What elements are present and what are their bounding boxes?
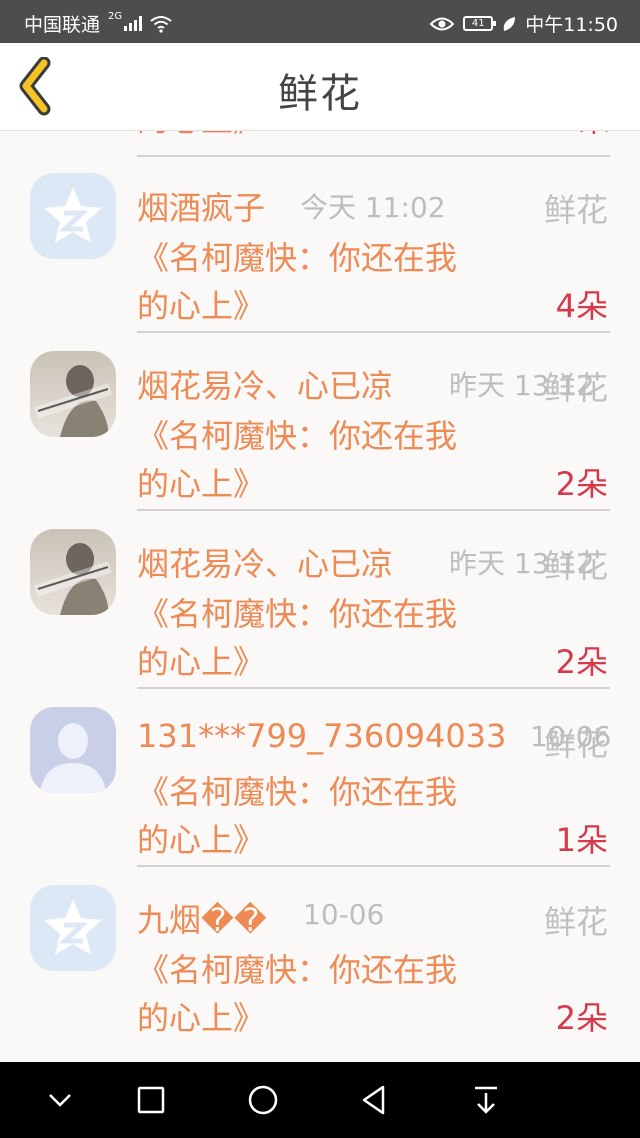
system-nav-bar xyxy=(0,1062,640,1138)
eye-icon xyxy=(430,17,455,30)
avatar[interactable] xyxy=(30,173,116,259)
nav-collapse-button[interactable] xyxy=(40,1080,80,1120)
message-line-1: 《名柯魔快：你还在我 xyxy=(137,595,458,633)
clock: 中午11:50 xyxy=(525,14,618,36)
avatar[interactable] xyxy=(30,885,116,971)
message-line-1: 《名柯魔快：你还在我 xyxy=(137,417,458,455)
list-item[interactable]: 131***799_736094033 10-06 鲜花 《名柯魔快：你还在我 … xyxy=(0,665,640,867)
avatar[interactable] xyxy=(30,529,116,615)
nav-back-button[interactable] xyxy=(355,1080,395,1120)
status-bar: 中国联通 2G 41 中午11:50 xyxy=(0,0,640,43)
sender-name: 131***799_736094033 xyxy=(137,717,507,755)
battery-icon: 41 xyxy=(463,16,497,31)
pull-down-icon xyxy=(475,1086,497,1114)
gift-type: 鲜花 xyxy=(543,369,608,407)
app-header: 鲜花 xyxy=(0,43,640,131)
list-item[interactable]: 烟花易冷、心已凉 昨天 13:12 鲜花 《名柯魔快：你还在我 的心上》 2朵 xyxy=(0,487,640,689)
gift-type: 鲜花 xyxy=(543,547,608,585)
list-item[interactable]: 九烟�� 10-06 鲜花 《名柯魔快：你还在我 的心上》 2朵 xyxy=(0,843,640,1037)
carrier-label: 中国联通 xyxy=(24,14,101,36)
send-time: 10-06 xyxy=(303,898,385,931)
nav-recents-button[interactable] xyxy=(131,1080,171,1120)
sender-name: 烟酒疯子 xyxy=(137,189,266,227)
qq-avatar-icon xyxy=(30,885,116,971)
qq-avatar-icon xyxy=(30,173,116,259)
default-user-avatar xyxy=(30,707,116,793)
message-line-1: 《名柯魔快：你还在我 xyxy=(137,773,458,811)
chevron-down-icon xyxy=(49,1094,71,1107)
list-item[interactable]: 烟酒疯子 今天 11:02 鲜花 《名柯魔快：你还在我 的心上》 4朵 xyxy=(0,131,640,333)
flower-list[interactable]: 的心上》 4朵 烟酒疯子 今天 11:02 鲜花 《名柯魔快：你还在我 的心上》… xyxy=(0,131,640,1062)
photo-avatar-image xyxy=(30,351,116,437)
sender-name: 九烟�� xyxy=(137,901,267,939)
circle-icon xyxy=(248,1085,278,1115)
nav-home-button[interactable] xyxy=(243,1080,283,1120)
square-icon xyxy=(137,1086,165,1114)
triangle-back-icon xyxy=(362,1085,385,1115)
avatar[interactable] xyxy=(30,707,116,793)
signal-icon xyxy=(124,16,143,31)
list-item[interactable]: 烟花易冷、心已凉 昨天 13:12 鲜花 《名柯魔快：你还在我 的心上》 2朵 xyxy=(0,309,640,511)
sender-name: 烟花易冷、心已凉 xyxy=(137,545,394,583)
page-title: 鲜花 xyxy=(278,71,362,117)
message-line-1: 《名柯魔快：你还在我 xyxy=(137,239,458,277)
send-time: 今天 11:02 xyxy=(300,191,446,224)
message-line-1: 《名柯魔快：你还在我 xyxy=(137,951,458,989)
photo-avatar-image xyxy=(30,529,116,615)
leaf-icon xyxy=(503,16,516,31)
gift-type: 鲜花 xyxy=(543,903,608,941)
battery-level: 41 xyxy=(471,18,485,29)
gift-type: 鲜花 xyxy=(543,725,608,763)
sender-name: 烟花易冷、心已凉 xyxy=(137,367,394,405)
gift-type: 鲜花 xyxy=(543,191,608,229)
avatar[interactable] xyxy=(30,351,116,437)
flower-count: 2朵 xyxy=(555,999,608,1037)
message-line-2: 的心上》 xyxy=(137,999,266,1037)
nav-pulldown-button[interactable] xyxy=(466,1080,506,1120)
network-type: 2G xyxy=(108,11,123,22)
wifi-icon xyxy=(150,15,172,33)
